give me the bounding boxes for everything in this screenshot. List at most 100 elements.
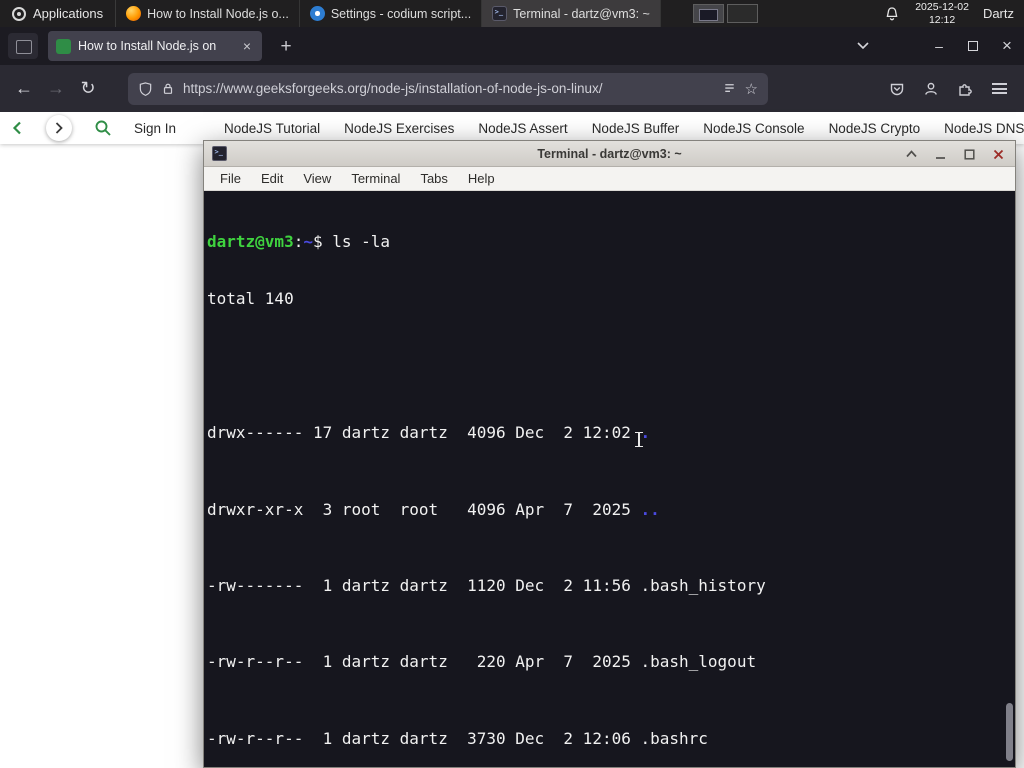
taskbar: How to Install Node.js o... Settings - c… xyxy=(116,0,661,27)
back-button[interactable]: ← xyxy=(8,73,40,105)
file-name: .bash_history xyxy=(640,575,766,595)
panel-clock[interactable]: 2025-12-02 12:12 xyxy=(905,1,979,27)
site-nav-right: Sign In xyxy=(46,115,200,141)
reload-button[interactable]: ↻ xyxy=(72,73,104,105)
bookmark-star-icon[interactable]: ☆ xyxy=(745,80,758,98)
file-row: drwx------ 17 dartz dartz 4096 Dec 2 12:… xyxy=(207,423,1015,442)
prompt-user-host: dartz@vm3 xyxy=(207,232,294,252)
new-tab-button[interactable]: + xyxy=(274,35,298,59)
file-row: -rw------- 1 dartz dartz 1120 Dec 2 11:5… xyxy=(207,576,1015,595)
tracking-shield-icon[interactable] xyxy=(138,81,153,97)
lock-icon[interactable] xyxy=(161,81,175,96)
window-controls: – × xyxy=(846,27,1024,65)
window-title: Terminal - dartz@vm3: ~ xyxy=(513,6,650,21)
clock-time: 12:12 xyxy=(928,13,956,26)
account-icon[interactable] xyxy=(914,72,948,106)
file-listing: drwx------ 17 dartz dartz 4096 Dec 2 12:… xyxy=(207,347,1015,767)
workspace-switcher[interactable] xyxy=(692,4,758,23)
window-icon xyxy=(309,6,325,21)
panel-username: Dartz xyxy=(982,6,1014,21)
terminal-scrollbar[interactable] xyxy=(1003,191,1015,767)
menu-item[interactable]: Tabs xyxy=(410,167,457,191)
workspace-1[interactable] xyxy=(692,4,724,23)
clock-date: 2025-12-02 xyxy=(915,0,969,13)
window-title: Settings - codium script... xyxy=(330,6,472,21)
terminal-close-button[interactable] xyxy=(991,147,1005,161)
shade-button[interactable] xyxy=(904,147,918,161)
desktop-panel: Applications How to Install Node.js o...… xyxy=(0,0,1024,27)
desktop: Applications How to Install Node.js o...… xyxy=(0,0,1024,768)
window-title: How to Install Node.js o... xyxy=(147,6,289,21)
menu-item[interactable]: Help xyxy=(458,167,505,191)
terminal-window: Terminal - dartz@vm3: ~ File xyxy=(203,140,1016,768)
site-nav-link[interactable]: NodeJS Buffer xyxy=(592,121,680,136)
menu-item[interactable]: View xyxy=(293,167,341,191)
browser-tab[interactable]: How to Install Node.js on × xyxy=(48,31,262,61)
site-nav-link[interactable]: NodeJS Exercises xyxy=(344,121,454,136)
terminal-window-controls xyxy=(904,141,1005,167)
file-attributes: -rw-r--r-- 1 dartz dartz 220 Apr 7 2025 xyxy=(207,652,641,672)
applications-label: Applications xyxy=(33,6,104,21)
terminal-titlebar[interactable]: Terminal - dartz@vm3: ~ xyxy=(204,141,1015,167)
taskbar-window-button[interactable]: How to Install Node.js o... xyxy=(116,0,300,27)
tab-title: How to Install Node.js on xyxy=(78,39,217,53)
close-button[interactable]: × xyxy=(990,27,1024,65)
terminal-menubar: File Edit View Terminal Tabs Help xyxy=(204,167,1015,191)
firefox-view-icon[interactable] xyxy=(8,33,38,59)
terminal-title: Terminal - dartz@vm3: ~ xyxy=(537,146,682,161)
file-name: .bash_logout xyxy=(640,652,757,672)
tab-close-icon[interactable]: × xyxy=(240,38,254,54)
extensions-puzzle-icon[interactable] xyxy=(948,72,982,106)
file-attributes: -rw------- 1 dartz dartz 1120 Dec 2 11:5… xyxy=(207,575,641,595)
forward-button[interactable]: → xyxy=(40,73,72,105)
nav-scroll-right-button[interactable] xyxy=(46,115,72,141)
file-row: -rw-r--r-- 1 dartz dartz 3730 Dec 2 12:0… xyxy=(207,729,1015,748)
file-attributes: -rw-r--r-- 1 dartz dartz 3730 Dec 2 12:0… xyxy=(207,728,641,748)
applications-icon xyxy=(12,6,26,21)
window-icon xyxy=(126,6,142,21)
browser-toolbar: ← → ↻ https://www.geeksforgeeks.org/node… xyxy=(0,65,1024,112)
search-icon[interactable] xyxy=(94,119,112,137)
workspace-2[interactable] xyxy=(726,4,758,23)
terminal-maximize-button[interactable] xyxy=(962,147,976,161)
notifications-bell-icon[interactable] xyxy=(879,6,905,22)
url-bar[interactable]: https://www.geeksforgeeks.org/node-js/in… xyxy=(128,72,768,105)
minimize-button[interactable]: – xyxy=(922,27,956,65)
file-attributes: drwxr-xr-x 3 root root 4096 Apr 7 2025 xyxy=(207,499,641,519)
file-row: drwxr-xr-x 3 root root 4096 Apr 7 2025 .… xyxy=(207,500,1015,519)
site-nav-link[interactable]: NodeJS Assert xyxy=(478,121,567,136)
file-name: .. xyxy=(640,499,660,519)
browser-tab-strip: How to Install Node.js on × + – × xyxy=(0,27,1024,65)
pocket-icon[interactable] xyxy=(880,72,914,106)
nav-scroll-left-icon[interactable] xyxy=(12,121,22,135)
toolbar-right-icons xyxy=(880,72,1024,106)
menu-item[interactable]: Edit xyxy=(251,167,293,191)
list-all-tabs-icon[interactable] xyxy=(846,27,880,65)
file-attributes: drwx------ 17 dartz dartz 4096 Dec 2 12:… xyxy=(207,423,641,443)
taskbar-window-button[interactable]: Terminal - dartz@vm3: ~ xyxy=(482,0,661,27)
scrollbar-thumb[interactable] xyxy=(1006,703,1013,761)
menu-item[interactable]: Terminal xyxy=(341,167,410,191)
mouse-cursor xyxy=(634,430,644,449)
file-name: .bashrc xyxy=(640,728,708,748)
menu-hamburger-icon[interactable] xyxy=(982,72,1016,106)
sign-in-button[interactable]: Sign In xyxy=(134,121,176,136)
menu-item[interactable]: File xyxy=(210,167,251,191)
maximize-button[interactable] xyxy=(956,27,990,65)
site-nav-link[interactable]: NodeJS Console xyxy=(703,121,804,136)
terminal-minimize-button[interactable] xyxy=(933,147,947,161)
prompt-dollar: $ xyxy=(312,232,333,252)
site-nav-link[interactable]: NodeJS Tutorial xyxy=(224,121,320,136)
prompt-colon: : xyxy=(293,232,304,252)
file-row: -rw-r--r-- 1 dartz dartz 220 Apr 7 2025 … xyxy=(207,652,1015,671)
applications-menu-button[interactable]: Applications xyxy=(0,0,115,27)
reader-mode-icon[interactable] xyxy=(722,81,737,96)
taskbar-window-button[interactable]: Settings - codium script... xyxy=(300,0,483,27)
terminal-output-area[interactable]: dartz@vm3:~$ ls -la total 140 drwx------… xyxy=(204,191,1015,767)
url-text: https://www.geeksforgeeks.org/node-js/in… xyxy=(183,81,603,96)
site-nav-link[interactable]: NodeJS Crypto xyxy=(829,121,921,136)
site-nav-link[interactable]: NodeJS DNS xyxy=(944,121,1024,136)
prompt-path: ~ xyxy=(303,232,313,252)
total-line: total 140 xyxy=(207,289,294,309)
window-icon xyxy=(492,6,508,21)
